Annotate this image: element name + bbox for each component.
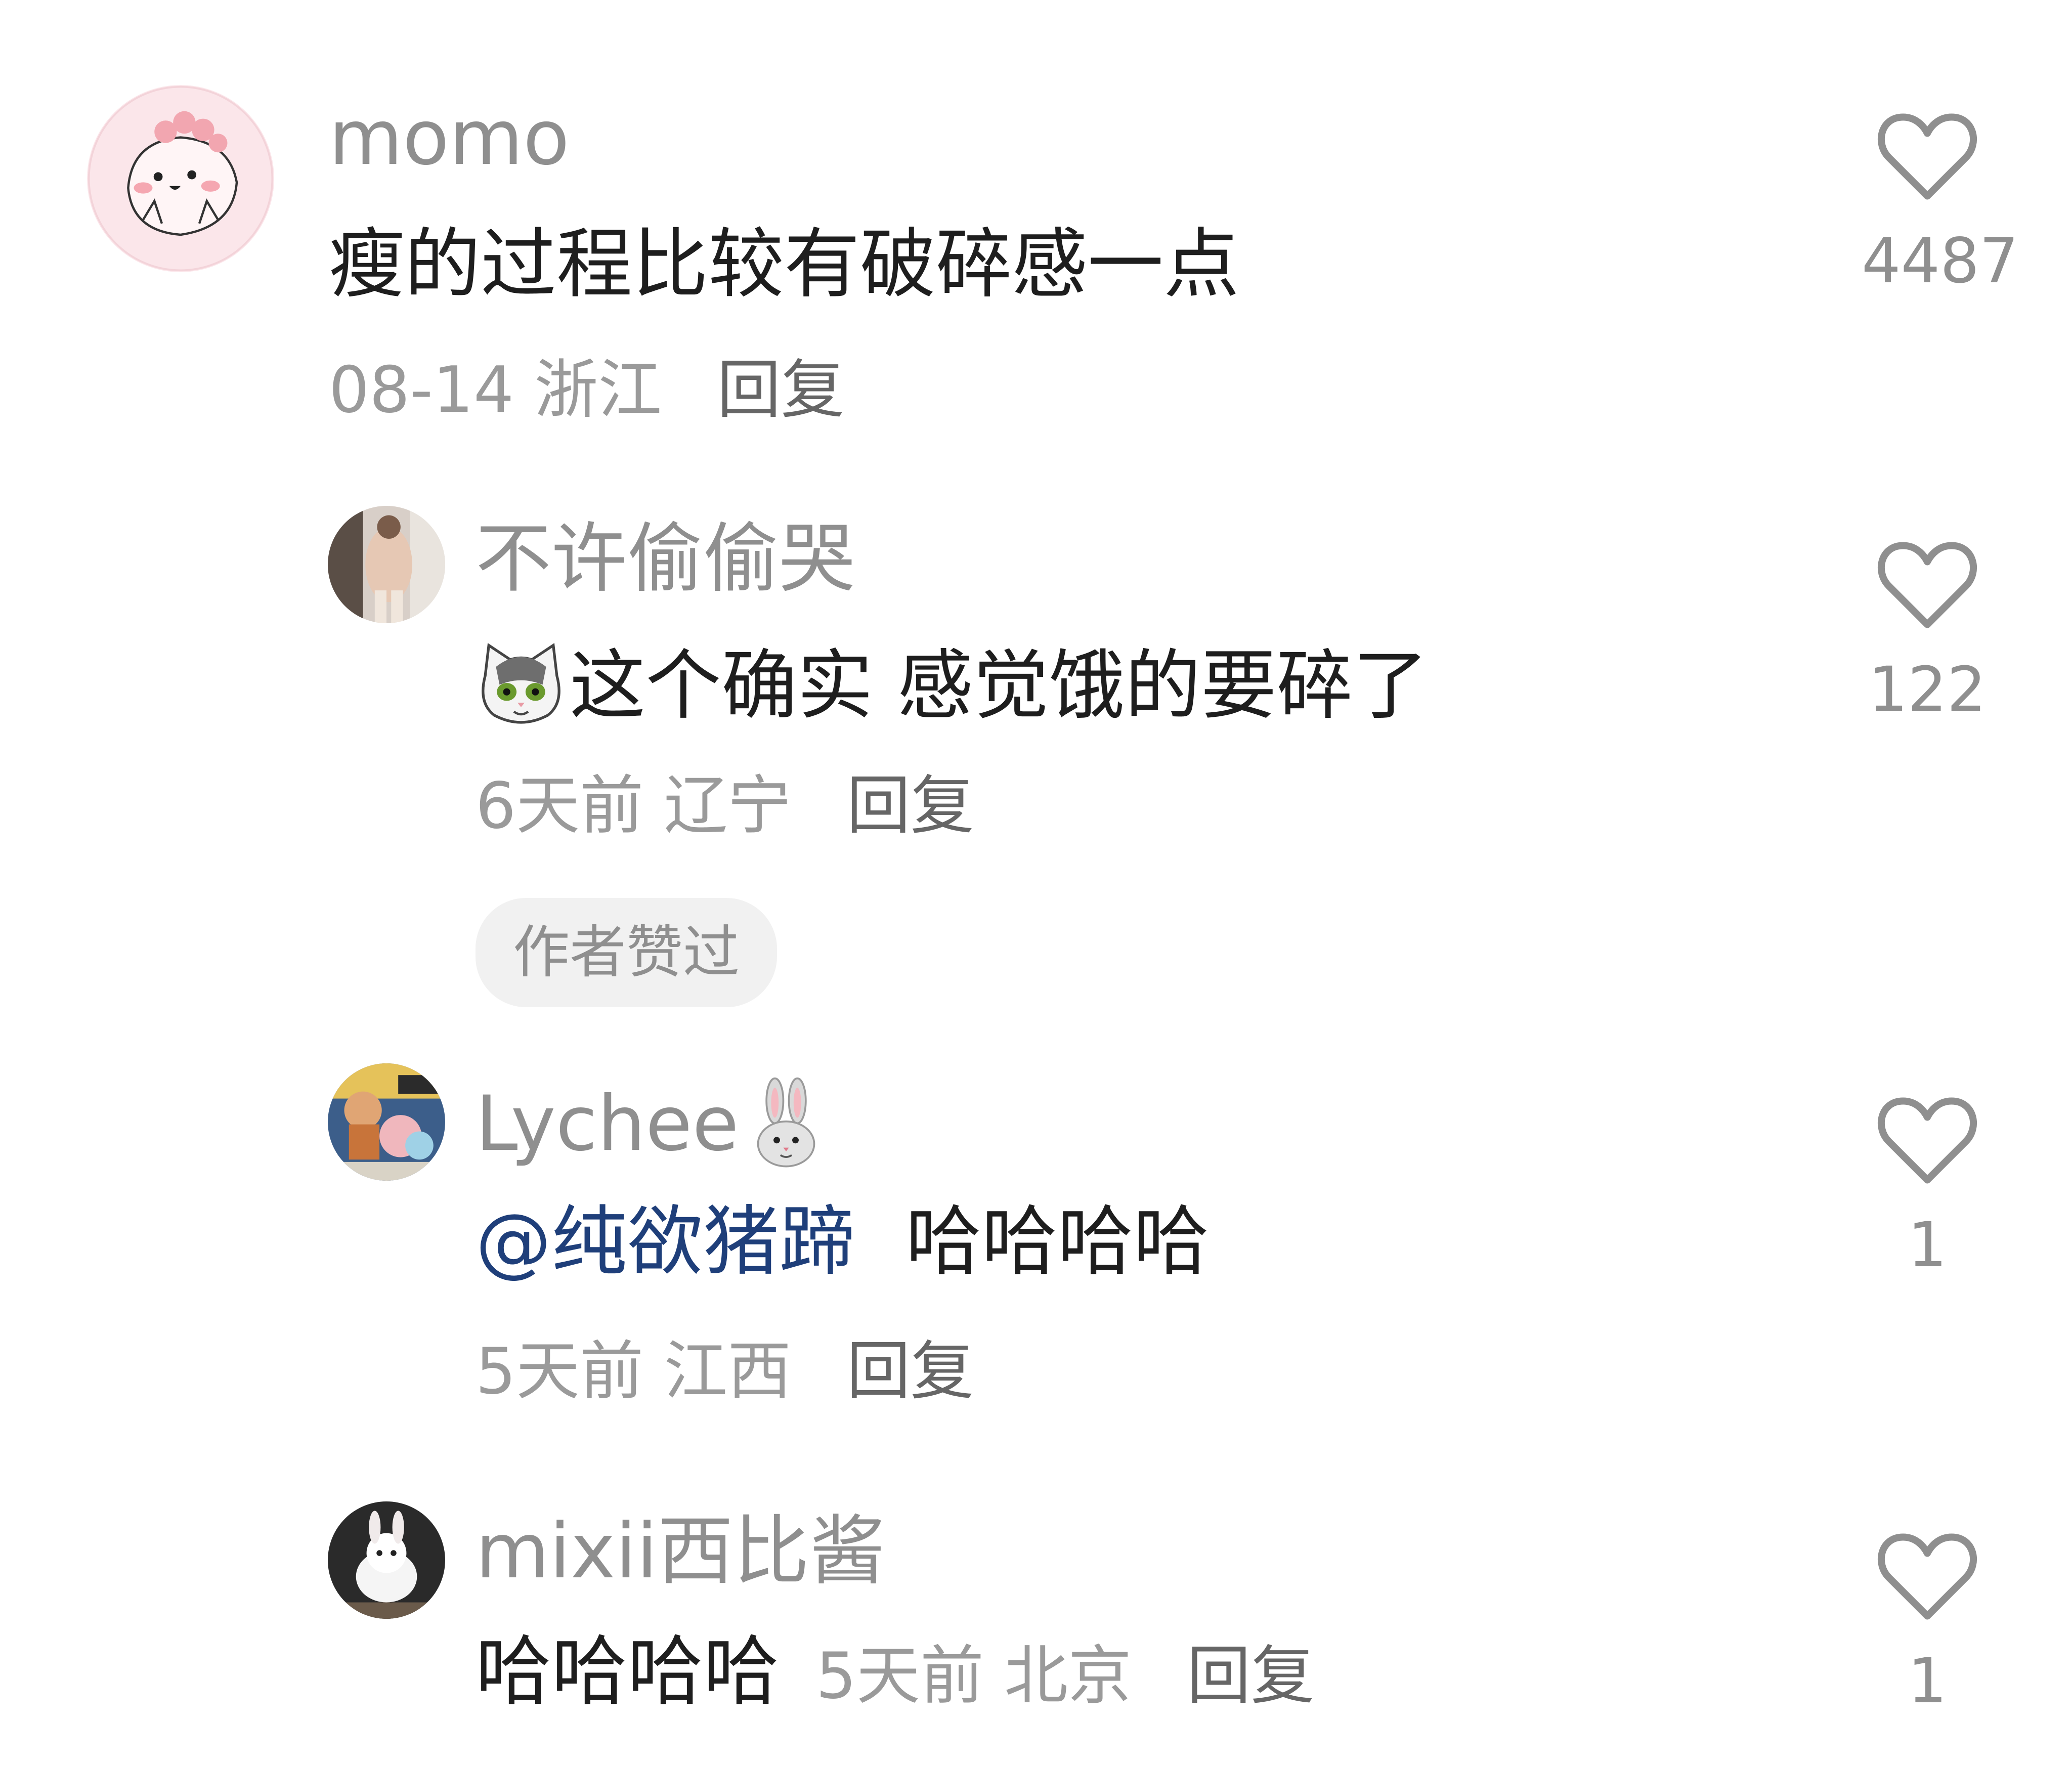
comment-text: @纯欲猪蹄 哈哈哈哈 (476, 1204, 1209, 1280)
rabbit-emoji-icon (757, 1077, 815, 1168)
reply-button[interactable]: 回复 (847, 768, 974, 843)
comment-meta: 08-14 浙江 回复 (329, 358, 845, 422)
comment-date: 6天前 (476, 768, 644, 843)
comment-text: 这个确实 感觉饿的要碎了 (476, 640, 1429, 726)
comment-location: 江西 (664, 1334, 792, 1408)
comment-meta: 5天前 北京 回复 (816, 1639, 1315, 1713)
heart-outline-icon (1878, 1533, 1977, 1620)
comment-text-body: 哈哈哈哈 (905, 1198, 1210, 1286)
comment-date: 5天前 (476, 1334, 644, 1408)
like-count: 1 (1908, 1209, 1947, 1281)
comment-text: 瘦的过程比较有破碎感一点 (329, 221, 1240, 309)
heart-outline-icon (1878, 542, 1977, 628)
avatar[interactable] (87, 85, 274, 272)
heart-outline-icon (1878, 1097, 1977, 1184)
mention-link[interactable]: @纯欲猪蹄 (476, 1198, 855, 1286)
heart-outline-icon (1878, 113, 1977, 200)
reply-button[interactable]: 回复 (717, 353, 845, 427)
like-button[interactable]: 1 (1862, 1529, 1993, 1712)
username-text[interactable]: Lychee (476, 1080, 739, 1168)
reply-button[interactable]: 回复 (847, 1334, 974, 1408)
comment-location: 浙江 (534, 353, 662, 427)
like-count: 122 (1868, 654, 1987, 725)
like-count: 1 (1908, 1645, 1947, 1717)
comment-meta: 6天前 辽宁 回复 (476, 774, 974, 838)
like-button[interactable]: 1 (1862, 1093, 1993, 1276)
avatar[interactable] (328, 1501, 445, 1619)
comment-location: 辽宁 (664, 768, 792, 843)
comment-text-body: 哈哈哈哈 (476, 1628, 780, 1716)
comment-location: 北京 (1004, 1639, 1132, 1713)
username[interactable]: mixii西比酱 (476, 1514, 885, 1589)
comment-meta: 5天前 江西 回复 (476, 1340, 974, 1403)
author-liked-badge: 作者赞过 (476, 898, 777, 1007)
like-button[interactable]: 122 (1862, 537, 1993, 720)
comment-text: 哈哈哈哈 5天前 北京 回复 (476, 1634, 1314, 1710)
like-count: 4487 (1862, 225, 2019, 297)
like-button[interactable]: 4487 (1862, 109, 2019, 297)
cat-emoji-icon (482, 643, 560, 724)
avatar[interactable] (328, 506, 445, 623)
comment-text-body: 这个确实 感觉饿的要碎了 (570, 642, 1429, 730)
username[interactable]: Lychee (476, 1077, 824, 1170)
avatar[interactable] (328, 1063, 445, 1181)
username[interactable]: momo (329, 100, 570, 176)
username[interactable]: 不许偷偷哭 (476, 521, 855, 597)
comment-date: 08-14 (329, 353, 514, 427)
comment-date: 5天前 (815, 1639, 984, 1713)
reply-button[interactable]: 回复 (1187, 1639, 1314, 1713)
